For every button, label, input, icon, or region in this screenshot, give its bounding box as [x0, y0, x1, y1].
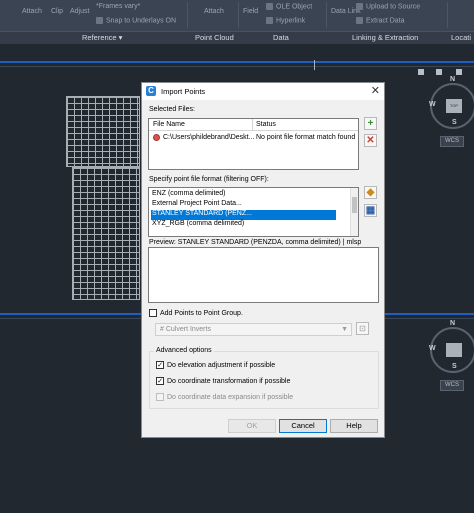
panel-point-cloud: Point Cloud — [195, 33, 234, 42]
attach-button[interactable]: Attach — [22, 8, 42, 15]
error-icon — [153, 134, 160, 141]
advanced-options-label: Advanced options — [154, 347, 214, 354]
import-points-dialog: C Import Points ✕ Selected Files: File N… — [141, 82, 385, 438]
extract-icon — [356, 17, 363, 24]
viewport-control[interactable] — [436, 69, 442, 75]
frames-vary-dropdown[interactable]: *Frames vary* — [96, 3, 140, 10]
viewport-border-top — [0, 61, 474, 63]
viewport-line — [0, 66, 474, 67]
compass-west[interactable]: W — [429, 345, 436, 352]
ribbon-divider — [447, 2, 448, 28]
compass-north[interactable]: N — [450, 76, 455, 83]
snap-to-underlays-toggle[interactable]: Snap to Underlays ON — [96, 17, 176, 24]
field-button[interactable]: Field — [243, 8, 258, 15]
ribbon-panel-labels: Reference ▾ Point Cloud Data Linking & E… — [0, 31, 474, 44]
ole-object-button[interactable]: OLE Object — [266, 3, 312, 10]
ribbon-divider — [187, 2, 188, 28]
elevation-adjustment-checkbox[interactable]: ✓ — [156, 361, 164, 369]
viewport-control[interactable] — [456, 69, 462, 75]
column-status[interactable]: Status — [256, 121, 276, 128]
format-label: Specify point file format (filtering OFF… — [149, 176, 269, 183]
close-icon[interactable]: ✕ — [371, 84, 380, 97]
point-group-value: # Culvert Inverts — [160, 326, 211, 333]
preview-pane — [148, 247, 379, 303]
point-group-select[interactable]: # Culvert Inverts ▼ — [155, 323, 352, 336]
column-file-name[interactable]: File Name — [153, 121, 185, 128]
point-group-pick-button[interactable]: ⊡ — [356, 322, 369, 335]
pick-icon: ⊡ — [359, 324, 366, 333]
wcs-menu-lower[interactable]: WCS — [440, 380, 464, 391]
remove-file-button[interactable]: ✕ — [364, 134, 377, 147]
preview-label: Preview: STANLEY STANDARD (PENZDA, comma… — [149, 239, 362, 246]
format-list-scrollbar[interactable] — [350, 188, 358, 236]
scrollbar-thumb[interactable] — [352, 197, 357, 213]
panel-location: Locati — [451, 33, 472, 42]
list-item[interactable]: XYZ_RGB (comma delimited) — [152, 220, 244, 227]
viewcube-lower[interactable]: N S W — [429, 320, 474, 373]
add-to-point-group-checkbox[interactable] — [149, 309, 157, 317]
drawing-grid-upper — [66, 96, 140, 167]
delete-x-icon: ✕ — [366, 135, 375, 146]
elevation-adjustment-label: Do elevation adjustment if possible — [167, 362, 276, 369]
snap-icon — [96, 17, 103, 24]
compass-south[interactable]: S — [452, 119, 457, 126]
column-divider[interactable] — [252, 119, 253, 131]
selected-files-list[interactable]: File Name Status C:\Users\phildebrand\De… — [148, 118, 359, 170]
dialog-titlebar[interactable]: C Import Points ✕ — [142, 83, 384, 100]
ribbon-divider — [238, 2, 239, 28]
coordinate-expansion-label: Do coordinate data expansion if possible — [167, 394, 294, 401]
filter-formats-button[interactable]: ▦ — [364, 204, 377, 217]
ribbon-divider — [326, 2, 327, 28]
selected-files-label: Selected Files: — [149, 106, 195, 113]
compass-north[interactable]: N — [450, 320, 455, 327]
coordinate-transformation-label: Do coordinate transformation if possible — [167, 378, 291, 385]
format-manager-icon: ◆ — [366, 187, 375, 198]
list-item-selected[interactable]: STANLEY STANDARD (PENZ... — [152, 210, 252, 217]
files-table-header: File Name Status — [149, 119, 358, 131]
viewcube-top-face[interactable] — [446, 343, 462, 357]
ok-button[interactable]: OK — [228, 419, 276, 433]
crosshair-mark — [314, 60, 315, 70]
panel-data: Data — [273, 33, 289, 42]
civil3d-app-icon: C — [146, 86, 156, 96]
viewport-control[interactable] — [418, 69, 424, 75]
point-format-list[interactable]: ENZ (comma delimited) External Project P… — [148, 187, 359, 237]
coordinate-expansion-checkbox[interactable] — [156, 393, 164, 401]
list-item[interactable]: ENZ (comma delimited) — [152, 190, 226, 197]
clip-button[interactable]: Clip — [51, 8, 63, 15]
panel-reference[interactable]: Reference ▾ — [82, 33, 122, 42]
cancel-button[interactable]: Cancel — [279, 419, 327, 433]
filter-icon: ▦ — [365, 205, 376, 216]
coordinate-transformation-checkbox[interactable]: ✓ — [156, 377, 164, 385]
ribbon: Attach Clip Adjust *Frames vary* Snap to… — [0, 0, 474, 44]
file-status-cell: No point file format match found — [256, 134, 356, 141]
upload-icon — [356, 3, 363, 10]
viewcube-top-face[interactable]: TOP — [446, 99, 462, 113]
compass-south[interactable]: S — [452, 363, 457, 370]
help-button[interactable]: Help — [330, 419, 378, 433]
hyperlink-icon — [266, 17, 273, 24]
plus-icon: + — [367, 118, 374, 129]
file-name-cell: C:\Users\phildebrand\Deskt... — [163, 134, 255, 141]
extract-data-button[interactable]: Extract Data — [356, 17, 405, 24]
upload-to-source-button[interactable]: Upload to Source — [356, 3, 420, 10]
list-item[interactable]: External Project Point Data... — [152, 200, 242, 207]
add-file-button[interactable]: + — [364, 117, 377, 130]
wcs-menu[interactable]: WCS — [440, 136, 464, 147]
viewcube[interactable]: TOP N S W — [429, 76, 474, 129]
panel-linking-extraction: Linking & Extraction — [352, 33, 419, 42]
adjust-button[interactable]: Adjust — [70, 8, 89, 15]
ole-object-icon — [266, 3, 273, 10]
add-to-point-group-label: Add Points to Point Group. — [160, 310, 243, 317]
drawing-grid-lower — [72, 167, 140, 300]
manage-formats-button[interactable]: ◆ — [364, 186, 377, 199]
compass-west[interactable]: W — [429, 101, 436, 108]
dialog-title: Import Points — [161, 87, 206, 96]
point-cloud-attach-button[interactable]: Attach — [204, 8, 224, 15]
hyperlink-button[interactable]: Hyperlink — [266, 17, 305, 24]
chevron-down-icon: ▼ — [341, 326, 348, 333]
